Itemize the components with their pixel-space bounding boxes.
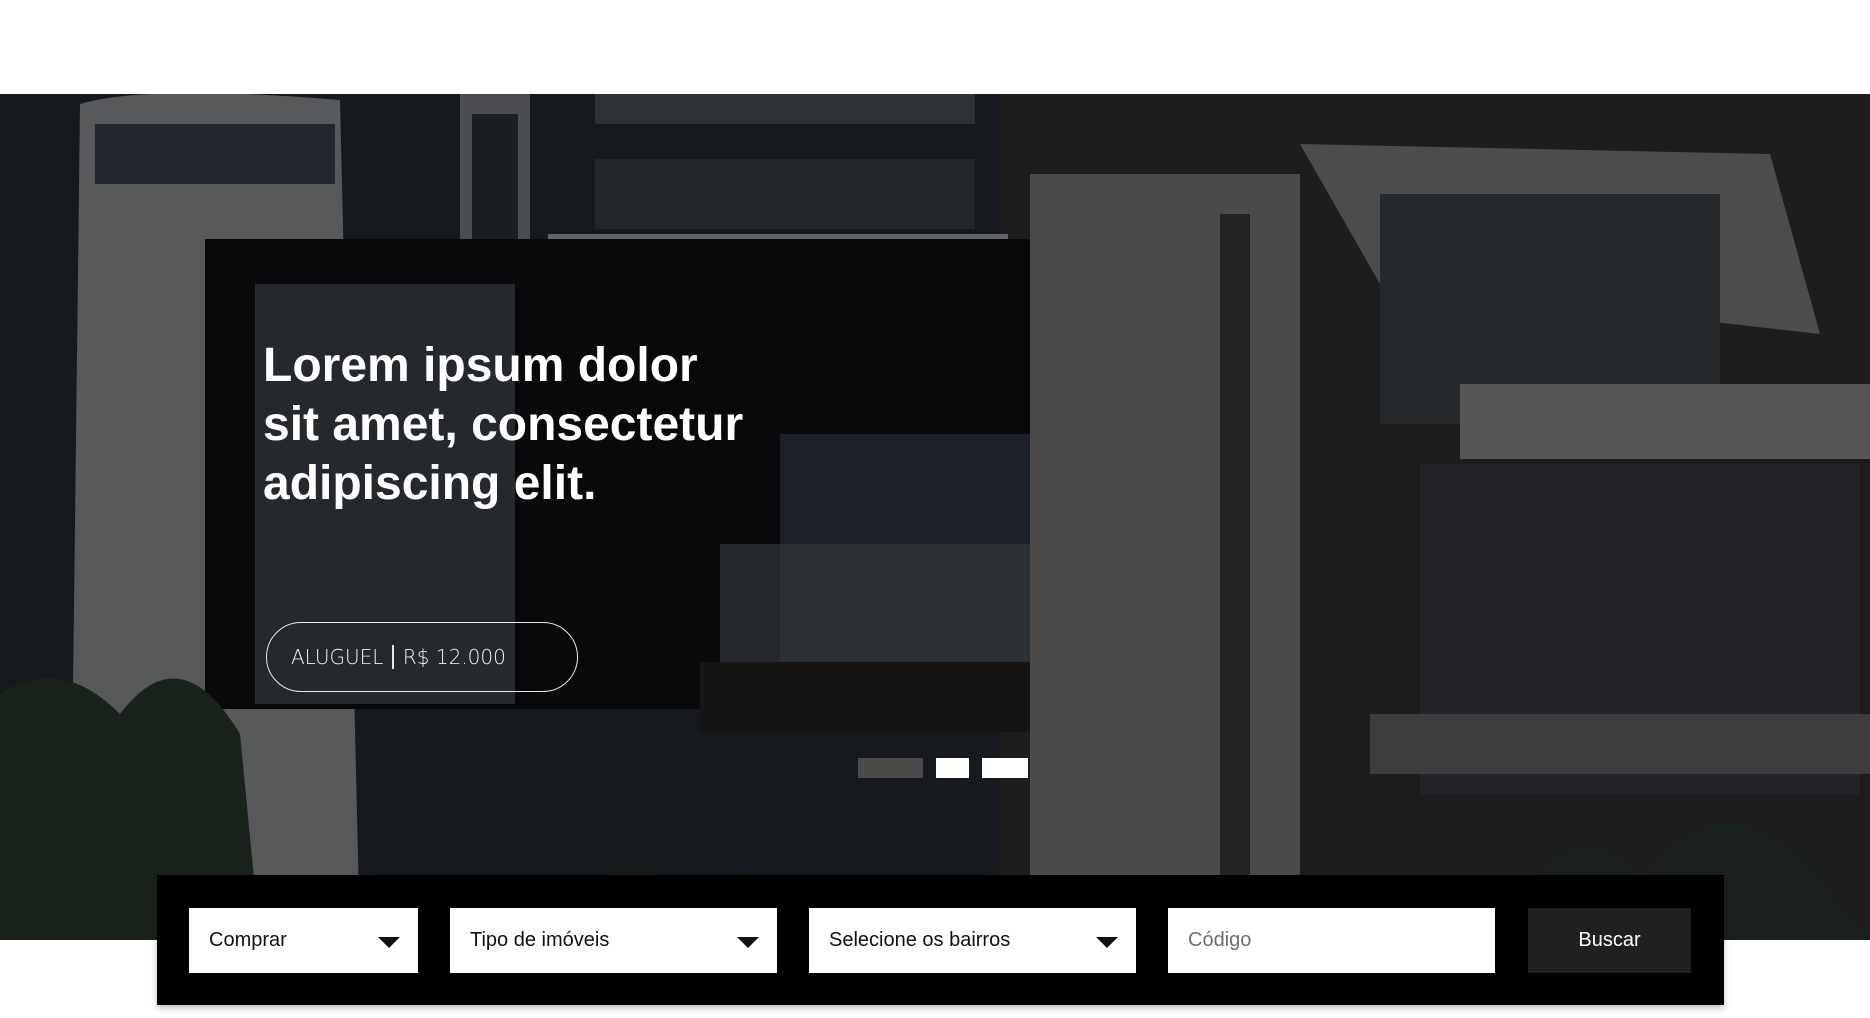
price-type: ALUGUEL — [291, 645, 384, 669]
deal-type-value: Comprar — [209, 929, 287, 951]
hero-banner: Lorem ipsum dolor sit amet, consectetur … — [0, 94, 1870, 940]
top-navigation-bar — [0, 0, 1870, 94]
code-input[interactable] — [1188, 908, 1495, 973]
search-button[interactable]: Buscar — [1528, 908, 1691, 973]
dark-overlay — [0, 94, 1870, 940]
deal-type-select[interactable]: Comprar — [189, 908, 418, 973]
neighborhood-value: Selecione os bairros — [829, 929, 1011, 951]
price-value: R$ 12.000 — [402, 645, 506, 669]
caret-down-icon — [378, 937, 400, 948]
slide-dot-2[interactable] — [936, 758, 969, 778]
neighborhood-select[interactable]: Selecione os bairros — [809, 908, 1136, 973]
headline-line: sit amet, consectetur — [263, 398, 744, 451]
property-search-bar: Comprar Tipo de imóveis Selecione os bai… — [157, 875, 1724, 1005]
hero-headline: Lorem ipsum dolor sit amet, consectetur … — [263, 336, 823, 513]
caret-down-icon — [737, 937, 759, 948]
slide-dot-3[interactable] — [982, 758, 1028, 778]
price-badge[interactable]: ALUGUEL R$ 12.000 — [266, 622, 578, 692]
property-type-select[interactable]: Tipo de imóveis — [450, 908, 777, 973]
property-type-value: Tipo de imóveis — [470, 929, 610, 951]
slide-dot-1[interactable] — [858, 758, 923, 778]
slider-pagination — [858, 758, 1028, 778]
price-separator — [392, 645, 394, 669]
headline-line: Lorem ipsum dolor — [263, 339, 698, 392]
caret-down-icon — [1096, 937, 1118, 948]
code-field[interactable] — [1168, 908, 1495, 973]
headline-line: adipiscing elit. — [263, 457, 597, 510]
